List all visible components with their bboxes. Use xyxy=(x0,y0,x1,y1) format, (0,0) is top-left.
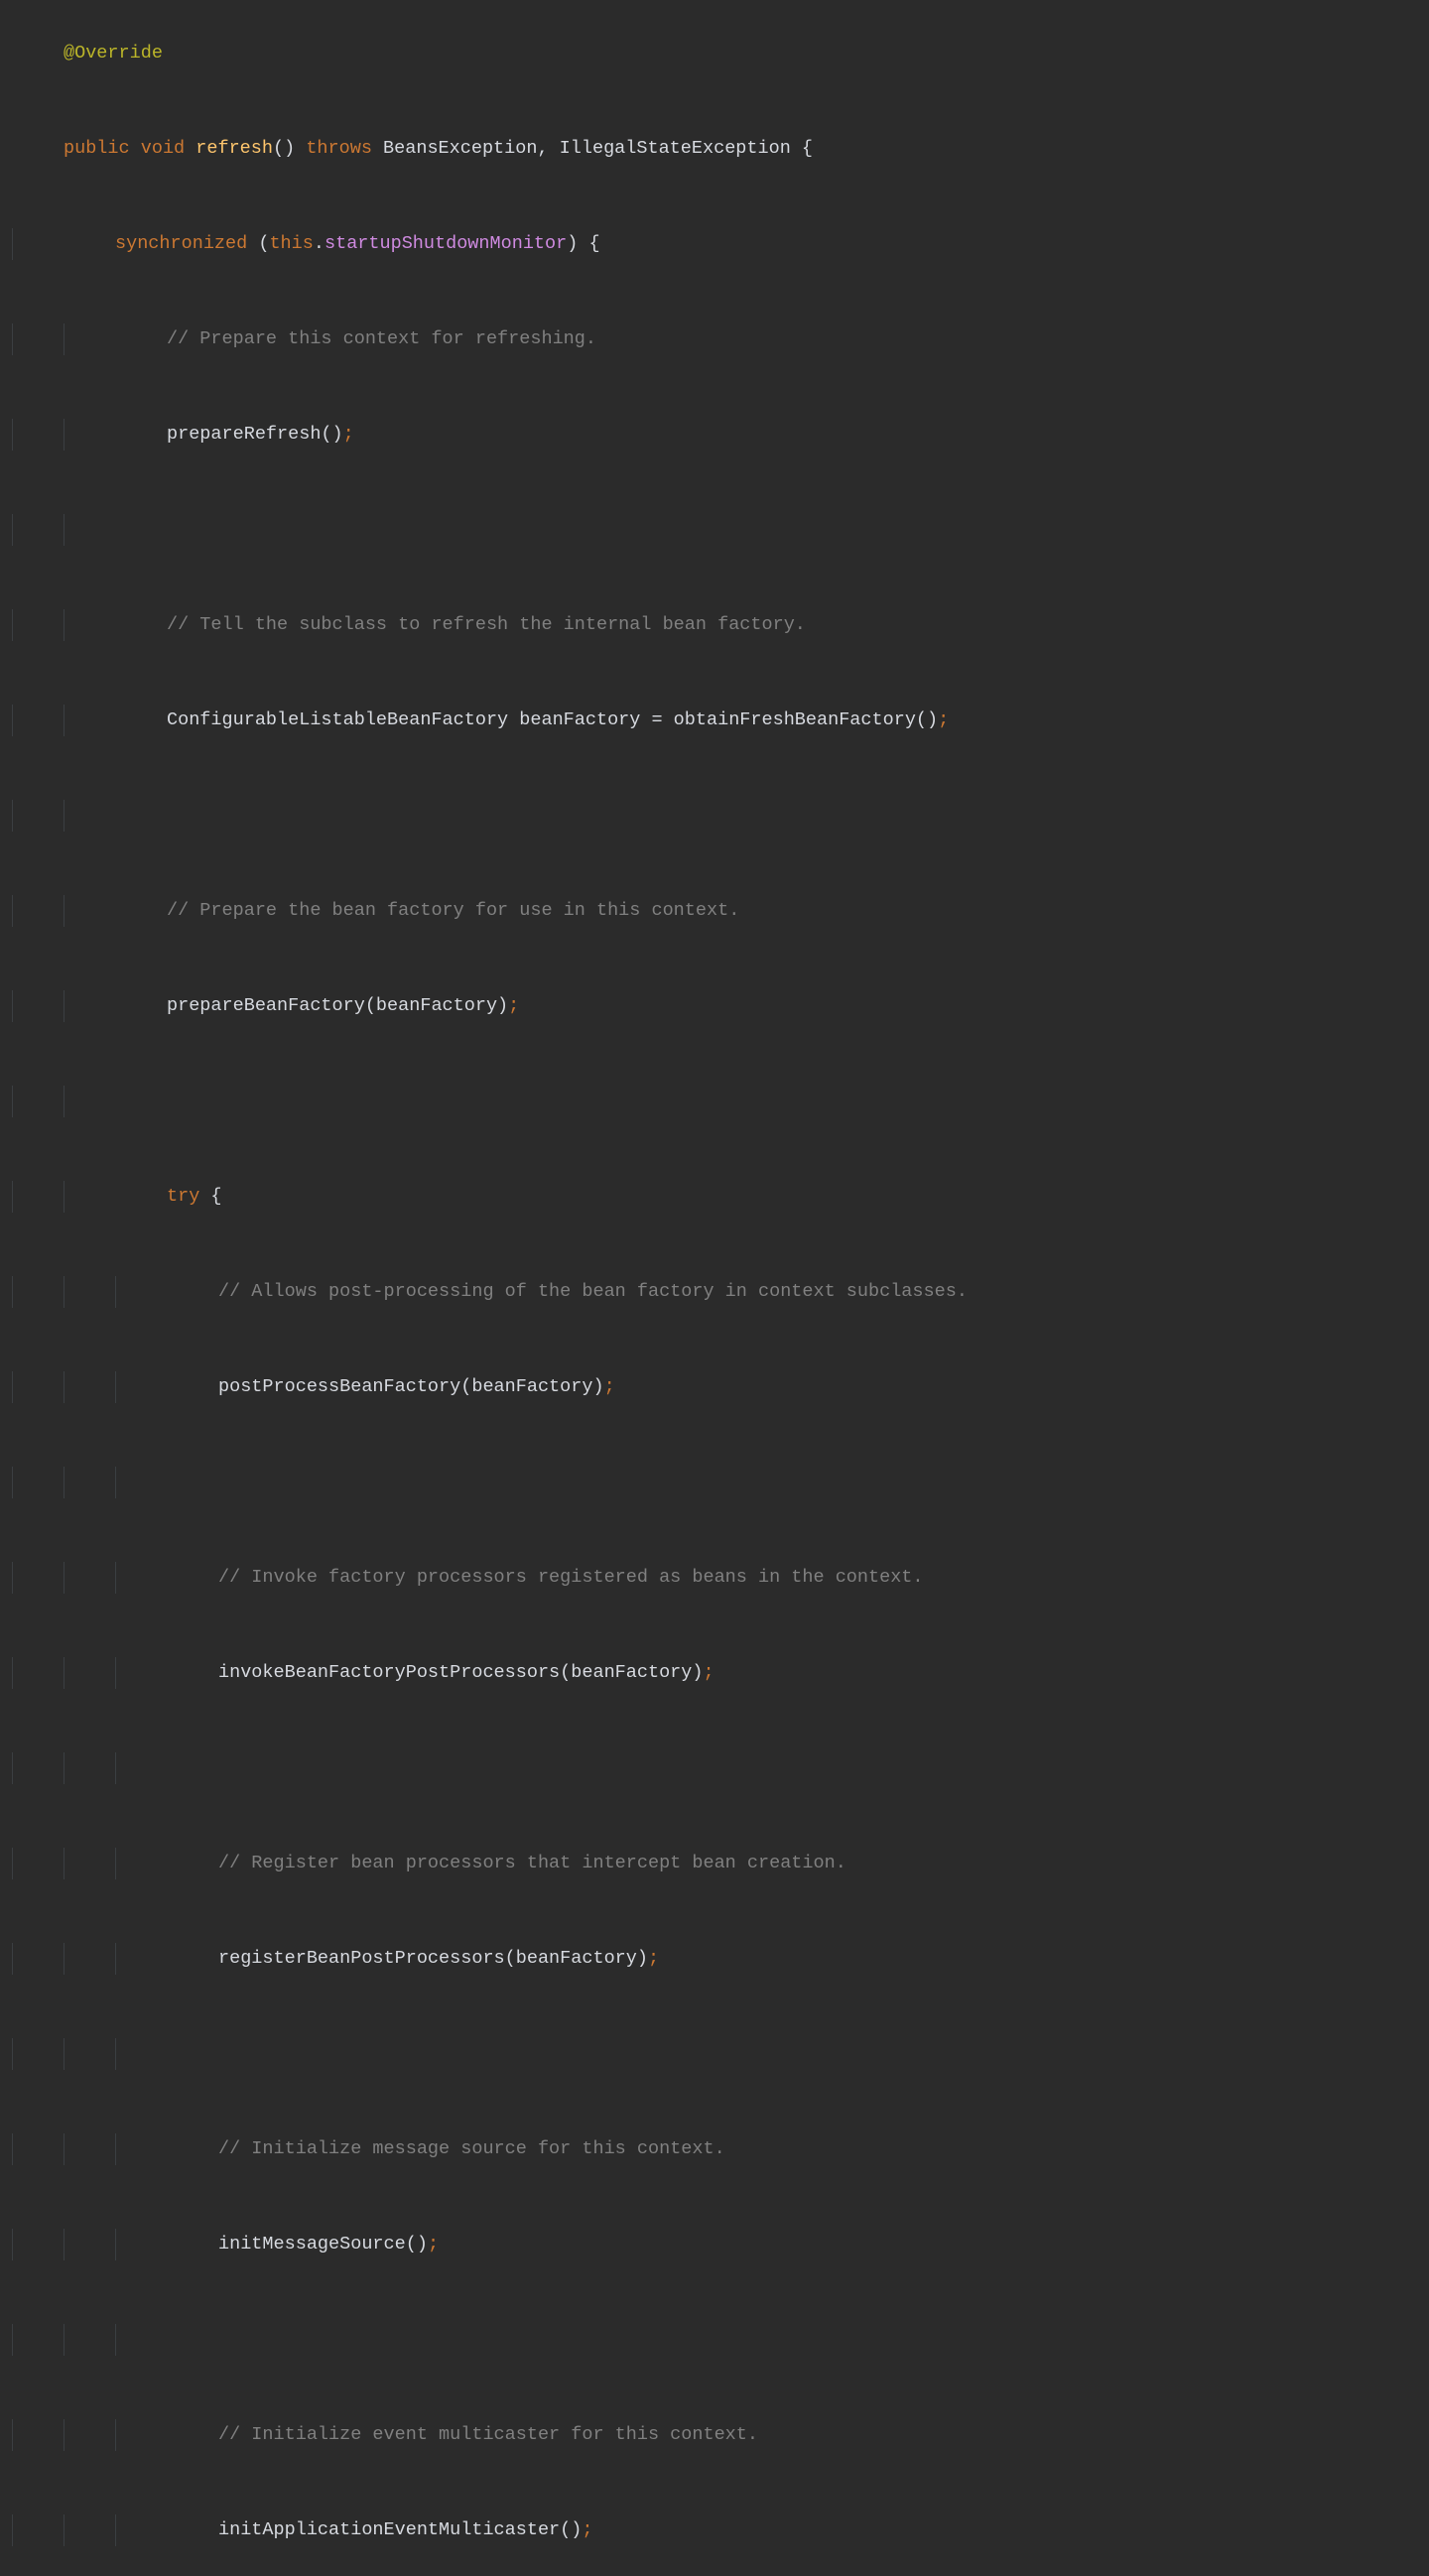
code-line[interactable]: initApplicationEventMulticaster(); xyxy=(0,2514,1429,2546)
comment: // Prepare this context for refreshing. xyxy=(167,328,596,349)
code-line[interactable]: @Override xyxy=(0,38,1429,69)
code-line[interactable]: prepareBeanFactory(beanFactory); xyxy=(0,990,1429,1022)
blank-line[interactable] xyxy=(0,1752,1429,1784)
stmt-obtain-fresh-bean-factory: ConfigurableListableBeanFactory beanFact… xyxy=(167,709,938,730)
code-line[interactable]: postProcessBeanFactory(beanFactory); xyxy=(0,1371,1429,1403)
method-name: refresh xyxy=(195,138,273,159)
semicolon: ; xyxy=(648,1948,659,1969)
call-init-message-source: initMessageSource() xyxy=(218,2234,428,2254)
call-register-bean-post-processors: registerBeanPostProcessors(beanFactory) xyxy=(218,1948,648,1969)
keyword-try: try xyxy=(167,1186,199,1207)
comment: // Invoke factory processors registered … xyxy=(218,1567,924,1588)
blank-line[interactable] xyxy=(0,1467,1429,1498)
comment: // Prepare the bean factory for use in t… xyxy=(167,900,739,921)
semicolon: ; xyxy=(604,1376,615,1397)
comment: // Allows post-processing of the bean fa… xyxy=(218,1281,968,1302)
keyword-this: this xyxy=(269,233,313,254)
semicolon: ; xyxy=(428,2234,439,2254)
semicolon: ; xyxy=(343,424,354,445)
annotation: @Override xyxy=(64,43,163,64)
comment: // Register bean processors that interce… xyxy=(218,1853,846,1873)
dot: . xyxy=(314,233,325,254)
field-startup-shutdown-monitor: startupShutdownMonitor xyxy=(325,233,567,254)
semicolon: ; xyxy=(508,995,519,1016)
blank-line[interactable] xyxy=(0,2038,1429,2070)
close-paren-brace: ) { xyxy=(567,233,599,254)
call-init-application-event-multicaster: initApplicationEventMulticaster() xyxy=(218,2519,582,2540)
code-line[interactable]: // Initialize message source for this co… xyxy=(0,2133,1429,2165)
open-brace: { xyxy=(802,138,813,159)
blank-line[interactable] xyxy=(0,2324,1429,2356)
call-prepare-refresh: prepareRefresh() xyxy=(167,424,343,445)
keyword-public: public xyxy=(64,138,130,159)
code-line[interactable]: // Tell the subclass to refresh the inte… xyxy=(0,609,1429,641)
parens: () xyxy=(273,138,295,159)
code-line[interactable]: prepareRefresh(); xyxy=(0,419,1429,451)
code-line[interactable]: initMessageSource(); xyxy=(0,2229,1429,2260)
blank-line[interactable] xyxy=(0,1086,1429,1117)
open-paren: ( xyxy=(247,233,269,254)
comment: // Initialize message source for this co… xyxy=(218,2138,725,2159)
keyword-synchronized: synchronized xyxy=(115,233,247,254)
code-line[interactable]: try { xyxy=(0,1181,1429,1213)
code-line[interactable]: // Register bean processors that interce… xyxy=(0,1848,1429,1879)
code-line[interactable]: // Prepare this context for refreshing. xyxy=(0,323,1429,355)
code-line[interactable]: synchronized (this.startupShutdownMonito… xyxy=(0,228,1429,260)
semicolon: ; xyxy=(582,2519,592,2540)
code-line[interactable]: // Invoke factory processors registered … xyxy=(0,1562,1429,1594)
code-editor[interactable]: @Override public void refresh() throws B… xyxy=(0,6,1429,2576)
code-line[interactable]: invokeBeanFactoryPostProcessors(beanFact… xyxy=(0,1657,1429,1689)
code-line[interactable]: public void refresh() throws BeansExcept… xyxy=(0,133,1429,165)
comment: // Initialize event multicaster for this… xyxy=(218,2424,758,2445)
code-line[interactable]: registerBeanPostProcessors(beanFactory); xyxy=(0,1943,1429,1975)
call-prepare-bean-factory: prepareBeanFactory(beanFactory) xyxy=(167,995,508,1016)
semicolon: ; xyxy=(938,709,949,730)
code-line[interactable]: // Initialize event multicaster for this… xyxy=(0,2419,1429,2451)
code-line[interactable]: // Prepare the bean factory for use in t… xyxy=(0,895,1429,927)
code-line[interactable]: ConfigurableListableBeanFactory beanFact… xyxy=(0,705,1429,736)
code-line[interactable]: // Allows post-processing of the bean fa… xyxy=(0,1276,1429,1308)
call-invoke-bean-factory-post-processors: invokeBeanFactoryPostProcessors(beanFact… xyxy=(218,1662,703,1683)
blank-line[interactable] xyxy=(0,800,1429,832)
comment: // Tell the subclass to refresh the inte… xyxy=(167,614,806,635)
blank-line[interactable] xyxy=(0,514,1429,546)
open-brace: { xyxy=(199,1186,221,1207)
keyword-void: void xyxy=(141,138,185,159)
call-post-process-bean-factory: postProcessBeanFactory(beanFactory) xyxy=(218,1376,604,1397)
exception-list: BeansException, IllegalStateException xyxy=(372,138,802,159)
keyword-throws: throws xyxy=(306,138,372,159)
semicolon: ; xyxy=(703,1662,714,1683)
